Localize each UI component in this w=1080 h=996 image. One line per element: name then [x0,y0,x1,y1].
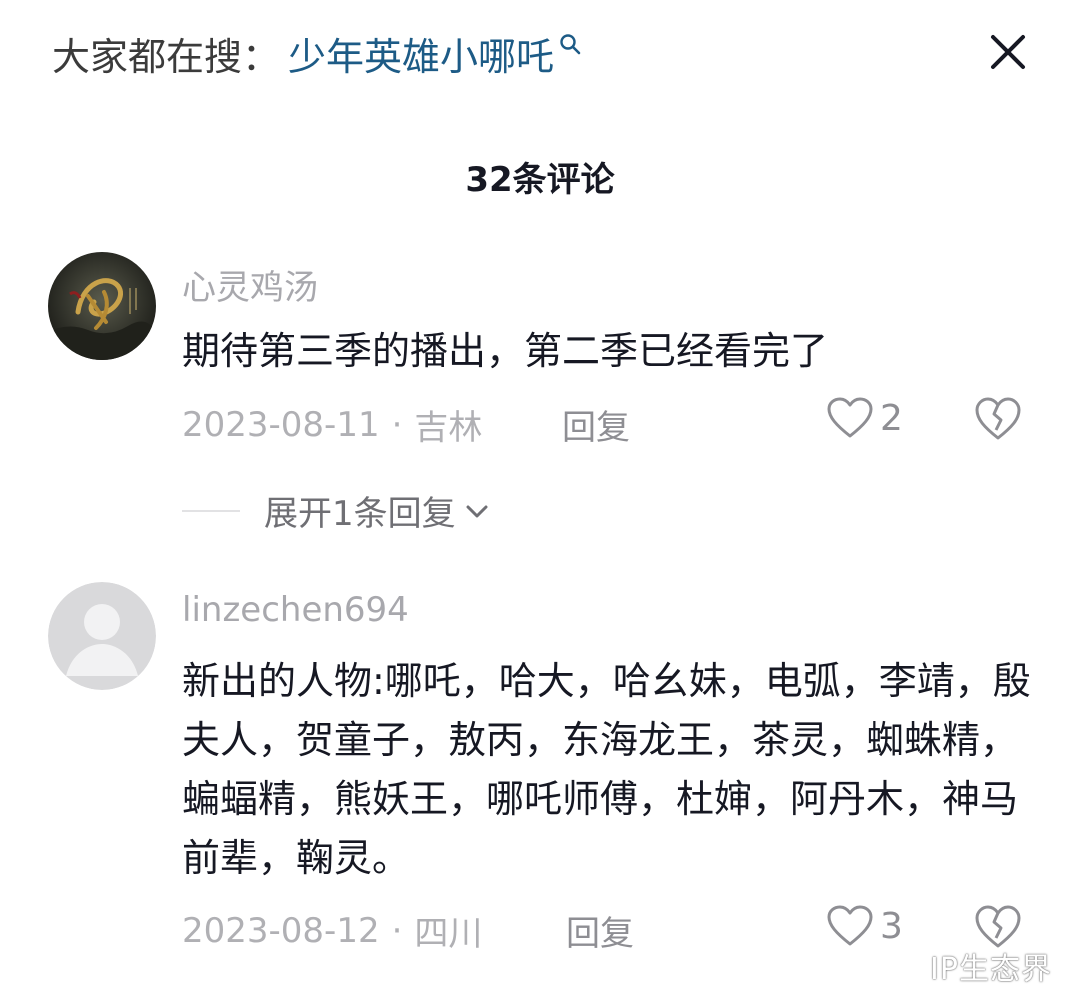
search-prefix: 大家都在搜： [52,34,281,79]
comment-date: 2023-08-12 [182,910,380,951]
comment-text: 期待第三季的播出，第二季已经看完了 [182,329,829,373]
heart-icon [827,397,873,438]
watermark: IP生态界 [930,952,1052,987]
comment-username[interactable]: linzechen694 [182,590,409,630]
comment-count-title: 32条评论 [465,160,615,200]
like-count: 2 [880,397,903,439]
reply-button[interactable]: 回复 [566,906,634,955]
comment-text: 新出的人物:哪吒，哈大，哈幺妹，电弧，李靖，殷夫人，贺童子，敖丙，东海龙王，茶灵… [182,659,1031,880]
search-term-link[interactable]: 少年英雄小哪吒 [288,26,554,81]
search-suggestion-bar[interactable]: 大家都在搜： 少年英雄小哪吒 [52,26,582,81]
close-icon[interactable] [986,30,1030,74]
like-button[interactable]: 2 [826,396,903,440]
comment-date: 2023-08-11 [182,404,380,445]
avatar[interactable] [48,582,156,690]
comment-location: 吉林 [414,408,483,448]
avatar[interactable] [48,252,156,360]
expand-replies-label: 展开1条回复 [264,494,456,534]
search-icon [560,34,581,55]
comment-meta: 2023-08-12 · 四川 [182,906,482,955]
heart-icon [827,905,873,946]
broken-heart-icon[interactable] [974,396,1022,442]
like-button[interactable]: 3 [826,904,903,948]
expand-divider [182,509,240,512]
chevron-down-icon [466,505,488,517]
comment-username[interactable]: 心灵鸡汤 [182,260,318,309]
ink-calligraphy-avatar-icon [48,252,156,360]
default-gray-avatar-icon [48,582,156,690]
like-count: 3 [880,905,903,947]
meta-separator: · [391,910,403,951]
reply-button[interactable]: 回复 [562,400,630,449]
meta-separator: · [391,404,403,445]
comment-location: 四川 [414,914,483,954]
expand-replies-button[interactable]: 展开1条回复 [182,486,492,535]
comment-meta: 2023-08-11 · 吉林 [182,400,482,449]
